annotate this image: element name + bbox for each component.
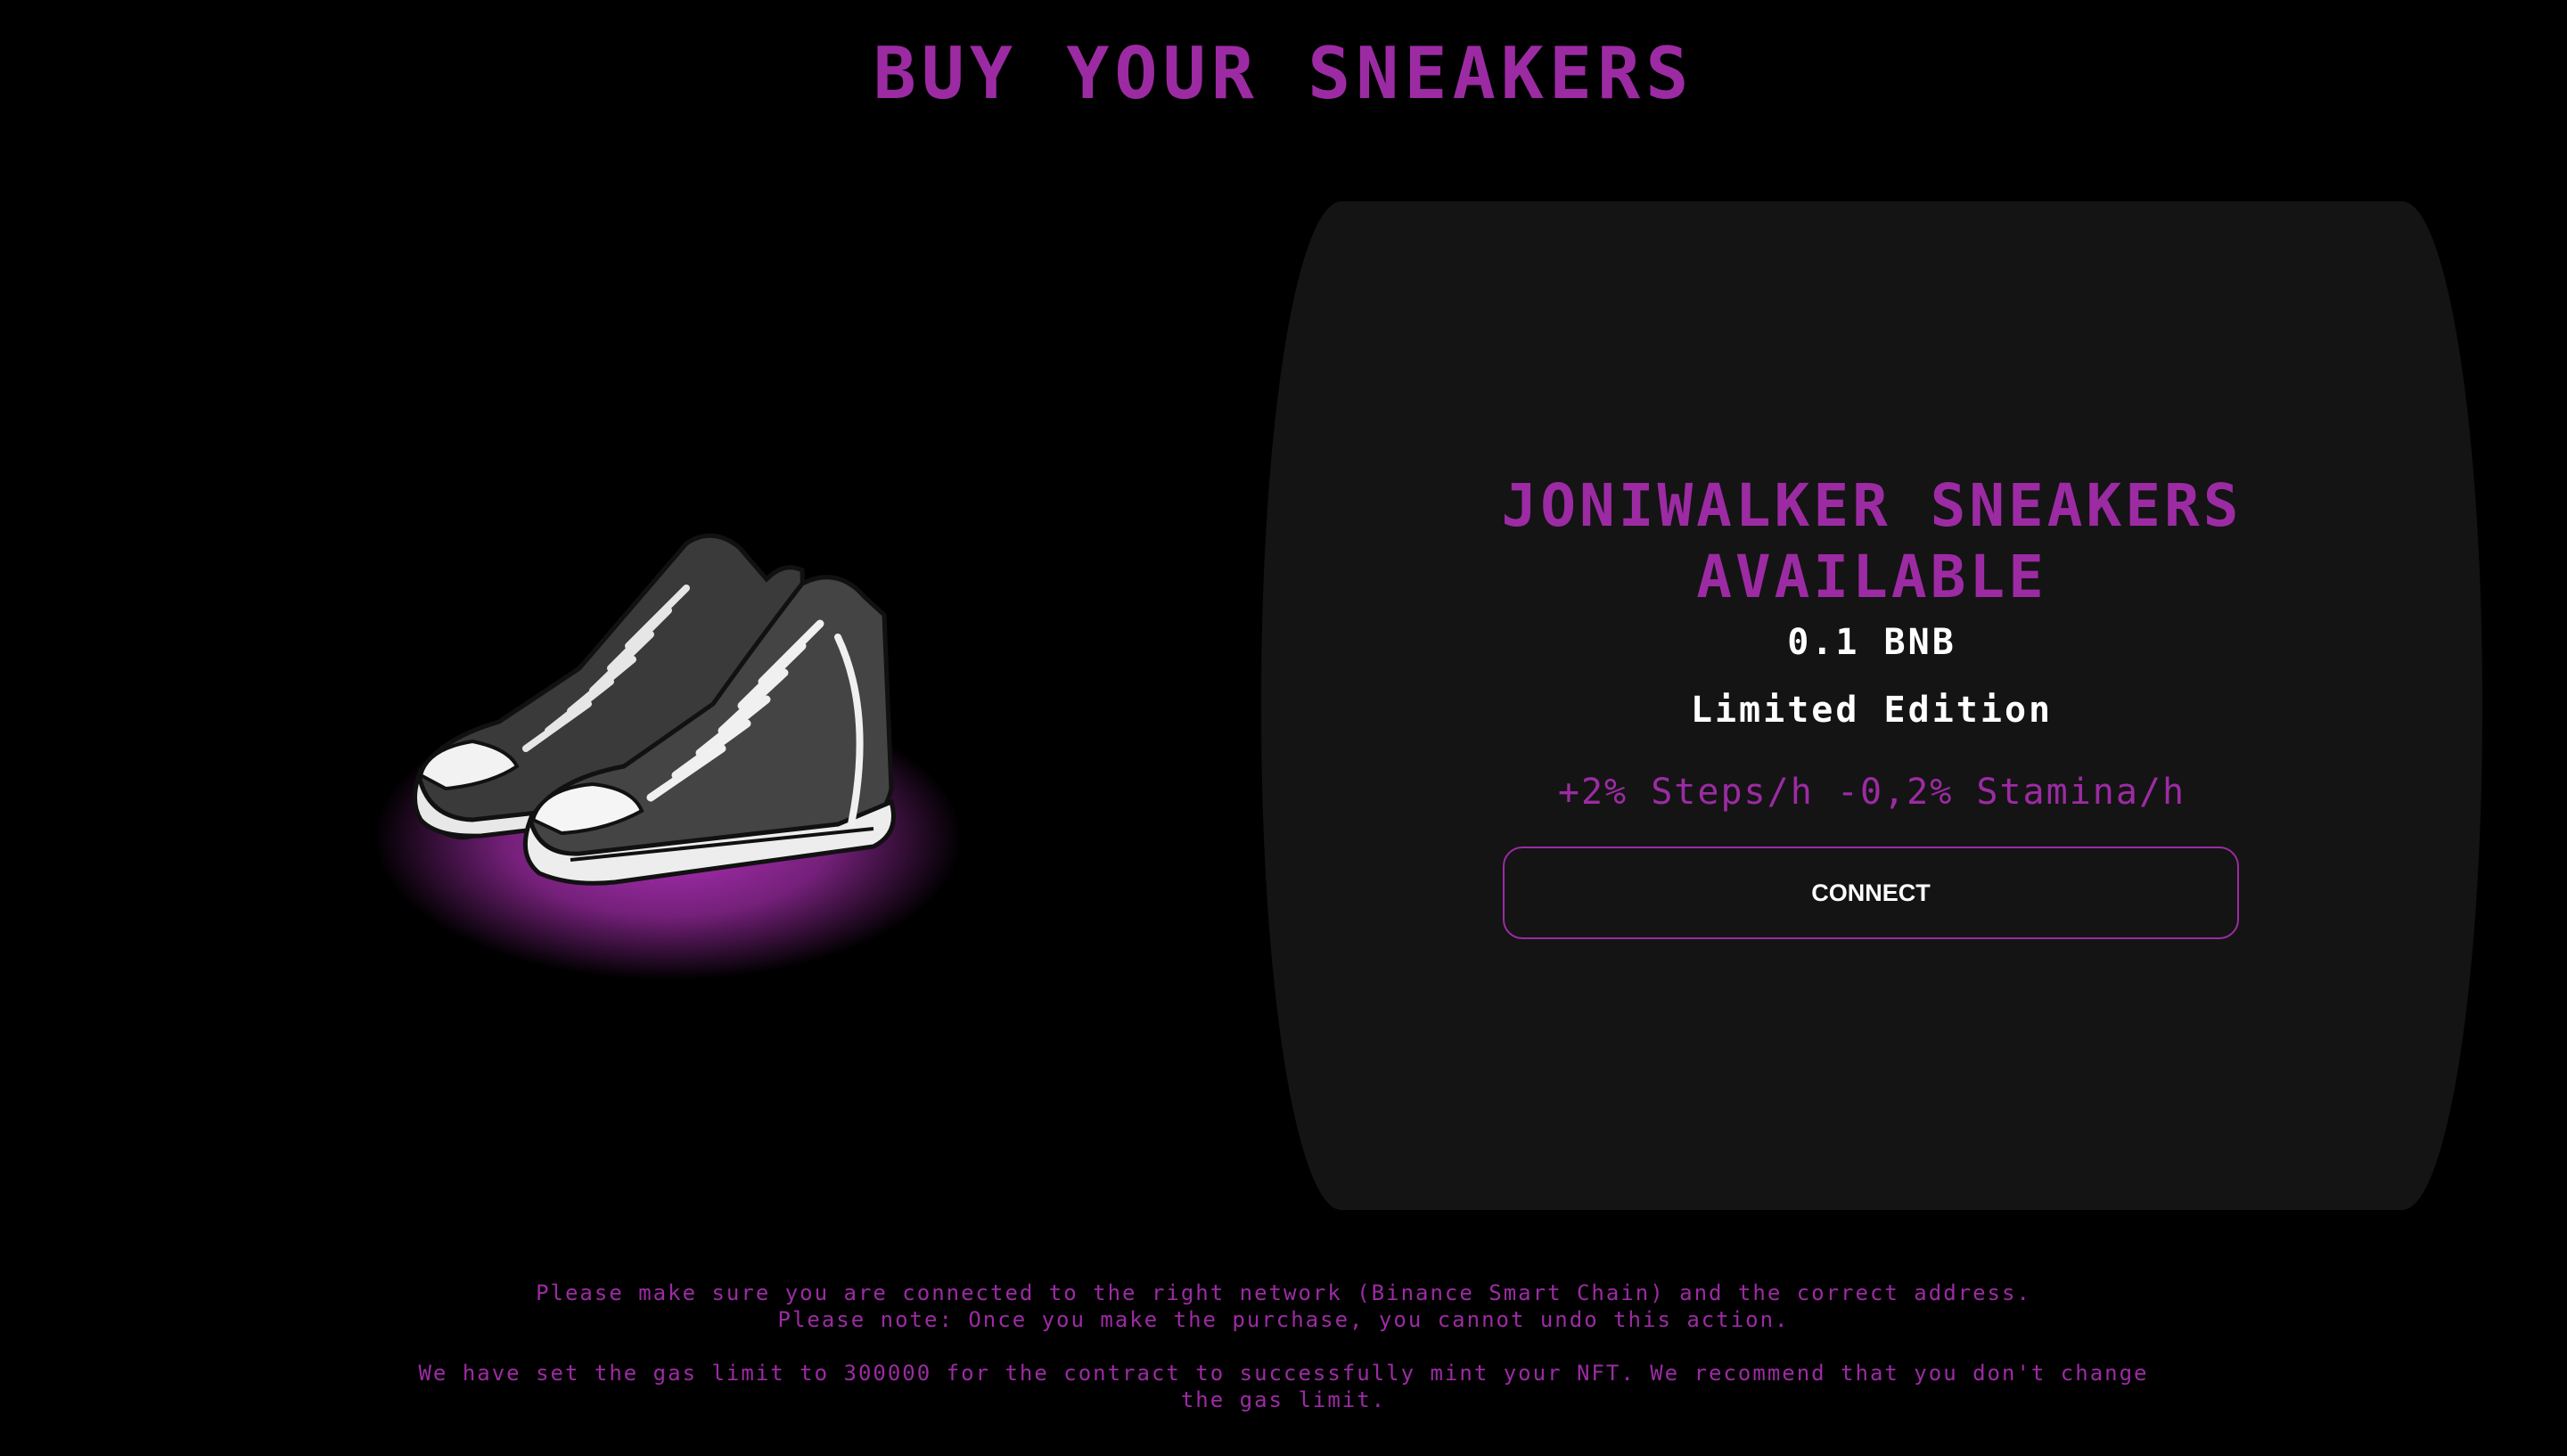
footer-notice: Please make sure you are connected to th… [0, 1280, 2567, 1413]
connect-button[interactable]: CONNECT [1503, 847, 2239, 939]
page-title: BUY YOUR SNEAKERS [873, 32, 1694, 115]
product-price: 0.1 BNB [1787, 622, 1956, 663]
sneakers-image [339, 481, 980, 980]
product-stats: +2% Steps/h -0,2% Stamina/h [1557, 772, 2186, 813]
sneakers-illustration [374, 533, 963, 980]
product-title-line2: AVAILABLE [1696, 543, 2047, 611]
product-title-line1: JONIWALKER SNEAKERS [1501, 471, 2243, 540]
product-card: JONIWALKER SNEAKERS AVAILABLE 0.1 BNB Li… [1261, 201, 2482, 1210]
product-edition: Limited Edition [1690, 690, 2054, 731]
undo-notice: Please note: Once you make the purchase,… [777, 1307, 1790, 1332]
network-notice: Please make sure you are connected to th… [536, 1280, 2031, 1305]
product-title: JONIWALKER SNEAKERS AVAILABLE [1261, 470, 2482, 613]
gas-limit-notice: We have set the gas limit to 300000 for … [418, 1361, 2149, 1412]
